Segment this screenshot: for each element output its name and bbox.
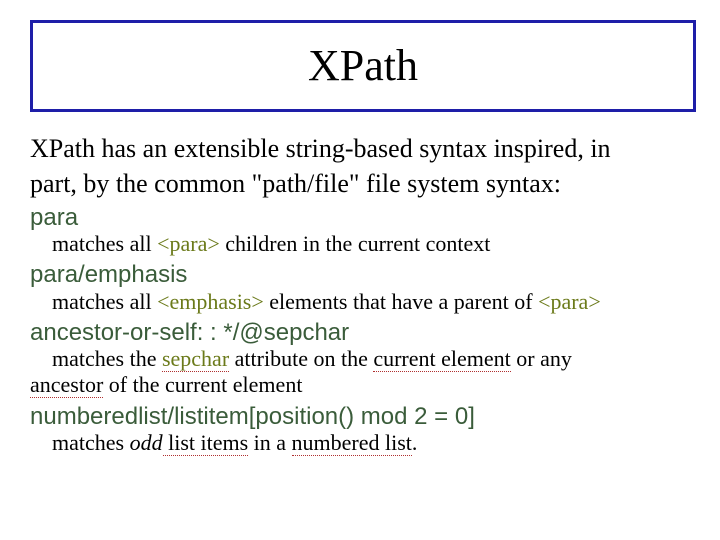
text-segment: matches the xyxy=(52,346,162,371)
text-segment: matches all xyxy=(52,231,157,256)
tag-para-parent: <para> xyxy=(538,289,601,314)
text-segment: in a xyxy=(248,430,291,455)
desc-para-emphasis: matches all <emphasis> elements that hav… xyxy=(52,289,690,315)
attr-sepchar: sepchar xyxy=(162,346,229,372)
term-ancestor: ancestor xyxy=(30,372,103,398)
xpath-expr-ancestor-sepchar: ancestor-or-self: : */@sepchar xyxy=(30,319,690,347)
desc-para: matches all <para> children in the curre… xyxy=(52,231,690,257)
text-segment: matches xyxy=(52,430,130,455)
term-list-items: list items xyxy=(163,430,249,456)
tag-para: <para> xyxy=(157,231,220,256)
text-segment: attribute on the xyxy=(229,346,373,371)
intro-line-2: part, by the common "path/file" file sys… xyxy=(30,169,690,200)
term-odd: odd xyxy=(130,430,163,455)
desc-numberedlist: matches odd list items in a numbered lis… xyxy=(52,430,690,456)
term-numbered-list: numbered list xyxy=(292,430,412,456)
tag-emphasis: <emphasis> xyxy=(157,289,264,314)
desc-ancestor-line-1: matches the sepchar attribute on the cur… xyxy=(52,346,690,372)
desc-ancestor-line-2: ancestor of the current element xyxy=(30,372,690,398)
text-segment: elements that have a parent of xyxy=(264,289,538,314)
xpath-expr-para: para xyxy=(30,204,690,232)
slide-title: XPath xyxy=(43,43,683,89)
text-segment: or any xyxy=(511,346,572,371)
text-segment: of the current element xyxy=(103,372,302,397)
intro-line-1: XPath has an extensible string-based syn… xyxy=(30,134,690,165)
title-box: XPath xyxy=(30,20,696,112)
text-segment: . xyxy=(412,430,418,455)
xpath-expr-numberedlist: numberedlist/listitem[position() mod 2 =… xyxy=(30,403,690,431)
xpath-expr-para-emphasis: para/emphasis xyxy=(30,261,690,289)
text-segment: matches all xyxy=(52,289,157,314)
slide-root: XPath XPath has an extensible string-bas… xyxy=(0,0,720,540)
term-current-element: current element xyxy=(373,346,510,372)
text-segment: children in the current context xyxy=(220,231,491,256)
